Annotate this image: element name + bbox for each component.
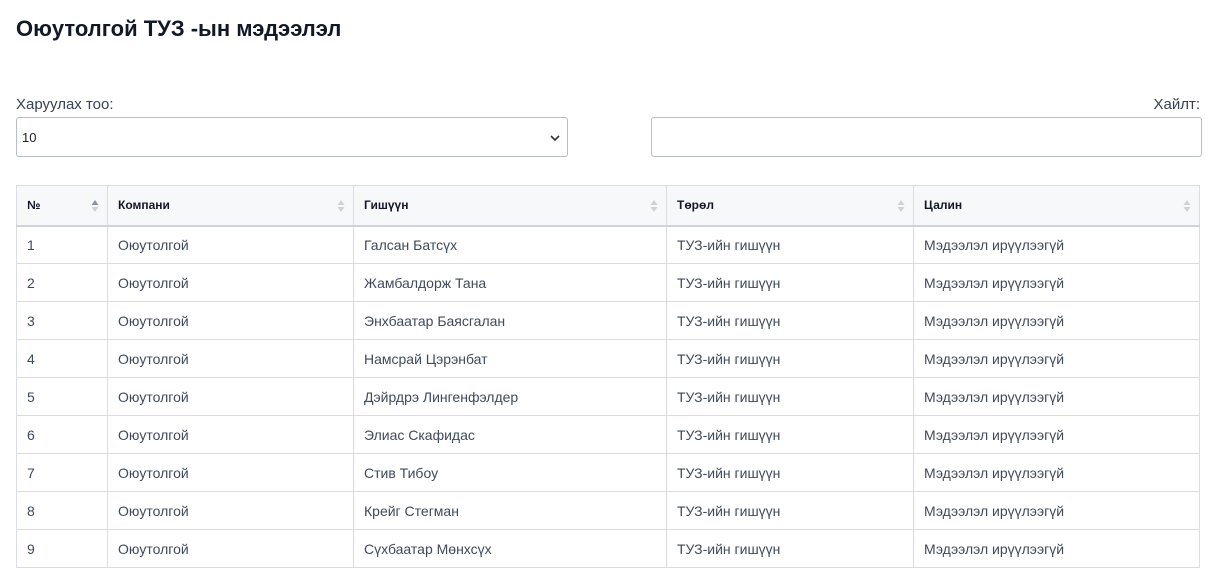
page-title: Оюутолгой ТУЗ -ын мэдээлэл bbox=[16, 16, 342, 41]
table-row: 4 Оюутолгой Намсрай Цэрэнбат ТУЗ-ийн гишүүн… bbox=[16, 339, 1200, 378]
table-cell: Оюутолгой bbox=[107, 225, 354, 264]
table-cell: Жамбалдорж Тана bbox=[353, 263, 667, 302]
table-cell: ТУЗ-ийн гишүүн bbox=[666, 415, 914, 454]
table-body: 1 Оюутолгой Галсан Батсүх ТУЗ-ийн гишүүн Мэд… bbox=[16, 225, 1200, 568]
table-cell: 3 bbox=[16, 301, 108, 340]
table-cell: Мэдээлэл ирүүлээгүй bbox=[913, 263, 1200, 302]
table-cell: Оюутолгой bbox=[107, 339, 354, 378]
table-header-row: № Компани Гишүүн Төрөл Цалин bbox=[16, 185, 1200, 227]
table-cell: 6 bbox=[16, 415, 108, 454]
page-length-select[interactable]: 10 bbox=[16, 117, 568, 157]
table-cell: Дэйрдрэ Лингенфэлдер bbox=[353, 377, 667, 416]
table-row: 9 Оюутолгой Сүхбаатар Мөнхсүх ТУЗ-ийн гишүү… bbox=[16, 529, 1200, 568]
sort-icon[interactable] bbox=[91, 198, 99, 214]
column-header-label: Компани bbox=[118, 198, 170, 213]
table-cell: 7 bbox=[16, 453, 108, 492]
column-header-3[interactable]: Төрөл bbox=[666, 185, 914, 227]
table-cell: ТУЗ-ийн гишүүн bbox=[666, 225, 914, 264]
sort-icon[interactable] bbox=[337, 198, 345, 214]
table-cell: Оюутолгой bbox=[107, 263, 354, 302]
table-cell: Мэдээлэл ирүүлээгүй bbox=[913, 225, 1200, 264]
table-cell: Оюутолгой bbox=[107, 453, 354, 492]
table-cell: Крейг Стегман bbox=[353, 491, 667, 530]
table-cell: Мэдээлэл ирүүлээгүй bbox=[913, 301, 1200, 340]
table-cell: ТУЗ-ийн гишүүн bbox=[666, 491, 914, 530]
table-cell: Мэдээлэл ирүүлээгүй bbox=[913, 529, 1200, 568]
table-cell: ТУЗ-ийн гишүүн bbox=[666, 339, 914, 378]
table-cell: ТУЗ-ийн гишүүн bbox=[666, 529, 914, 568]
table-cell: Оюутолгой bbox=[107, 529, 354, 568]
table-cell: 9 bbox=[16, 529, 108, 568]
table-cell: ТУЗ-ийн гишүүн bbox=[666, 453, 914, 492]
page-length-value: 10 bbox=[22, 130, 37, 145]
table-cell: ТУЗ-ийн гишүүн bbox=[666, 263, 914, 302]
column-header-label: Төрөл bbox=[677, 198, 714, 213]
sort-icon[interactable] bbox=[1183, 198, 1191, 214]
table-cell: Намсрай Цэрэнбат bbox=[353, 339, 667, 378]
table-cell: Стив Тибоу bbox=[353, 453, 667, 492]
table-cell: Мэдээлэл ирүүлээгүй bbox=[913, 453, 1200, 492]
table-cell: Оюутолгой bbox=[107, 491, 354, 530]
table-cell: 1 bbox=[16, 225, 108, 264]
search-label: Хайлт: bbox=[1153, 96, 1200, 113]
column-header-2[interactable]: Гишүүн bbox=[353, 185, 667, 227]
table-cell: Галсан Батсүх bbox=[353, 225, 667, 264]
column-header-4[interactable]: Цалин bbox=[913, 185, 1200, 227]
table-cell: 4 bbox=[16, 339, 108, 378]
table-cell: 5 bbox=[16, 377, 108, 416]
table-row: 5 Оюутолгой Дэйрдрэ Лингенфэлдер ТУЗ-ийн ги… bbox=[16, 377, 1200, 416]
length-label: Харуулах тоо: bbox=[16, 96, 114, 113]
column-header-label: Гишүүн bbox=[364, 198, 409, 213]
table-row: 7 Оюутолгой Стив Тибоу ТУЗ-ийн гишүүн Мэдээл… bbox=[16, 453, 1200, 492]
table-cell: Мэдээлэл ирүүлээгүй bbox=[913, 491, 1200, 530]
members-table: № Компани Гишүүн Төрөл Цалин 1 Оюутолгой Галса… bbox=[16, 185, 1200, 568]
table-cell: 2 bbox=[16, 263, 108, 302]
table-cell: Оюутолгой bbox=[107, 415, 354, 454]
table-row: 1 Оюутолгой Галсан Батсүх ТУЗ-ийн гишүүн Мэд… bbox=[16, 225, 1200, 264]
table-row: 6 Оюутолгой Элиас Скафидас ТУЗ-ийн гишүүн Мэ… bbox=[16, 415, 1200, 454]
column-header-label: Цалин bbox=[924, 198, 963, 213]
column-header-1[interactable]: Компани bbox=[107, 185, 354, 227]
sort-icon[interactable] bbox=[897, 198, 905, 214]
table-cell: Энхбаатар Баясгалан bbox=[353, 301, 667, 340]
table-cell: Оюутолгой bbox=[107, 377, 354, 416]
table-row: 2 Оюутолгой Жамбалдорж Тана ТУЗ-ийн гишүүн М… bbox=[16, 263, 1200, 302]
table-cell: ТУЗ-ийн гишүүн bbox=[666, 377, 914, 416]
table-cell: Мэдээлэл ирүүлээгүй bbox=[913, 415, 1200, 454]
table-cell: ТУЗ-ийн гишүүн bbox=[666, 301, 914, 340]
column-header-label: № bbox=[27, 198, 41, 213]
table-row: 8 Оюутолгой Крейг Стегман ТУЗ-ийн гишүүн Мэд… bbox=[16, 491, 1200, 530]
table-cell: Мэдээлэл ирүүлээгүй bbox=[913, 377, 1200, 416]
table-cell: Мэдээлэл ирүүлээгүй bbox=[913, 339, 1200, 378]
sort-icon[interactable] bbox=[650, 198, 658, 214]
table-cell: Оюутолгой bbox=[107, 301, 354, 340]
table-row: 3 Оюутолгой Энхбаатар Баясгалан ТУЗ-ийн гиш… bbox=[16, 301, 1200, 340]
table-cell: Сүхбаатар Мөнхсүх bbox=[353, 529, 667, 568]
table-cell: Элиас Скафидас bbox=[353, 415, 667, 454]
column-header-0[interactable]: № bbox=[16, 185, 108, 227]
search-input[interactable] bbox=[651, 117, 1202, 157]
chevron-down-icon bbox=[550, 135, 560, 142]
table-cell: 8 bbox=[16, 491, 108, 530]
